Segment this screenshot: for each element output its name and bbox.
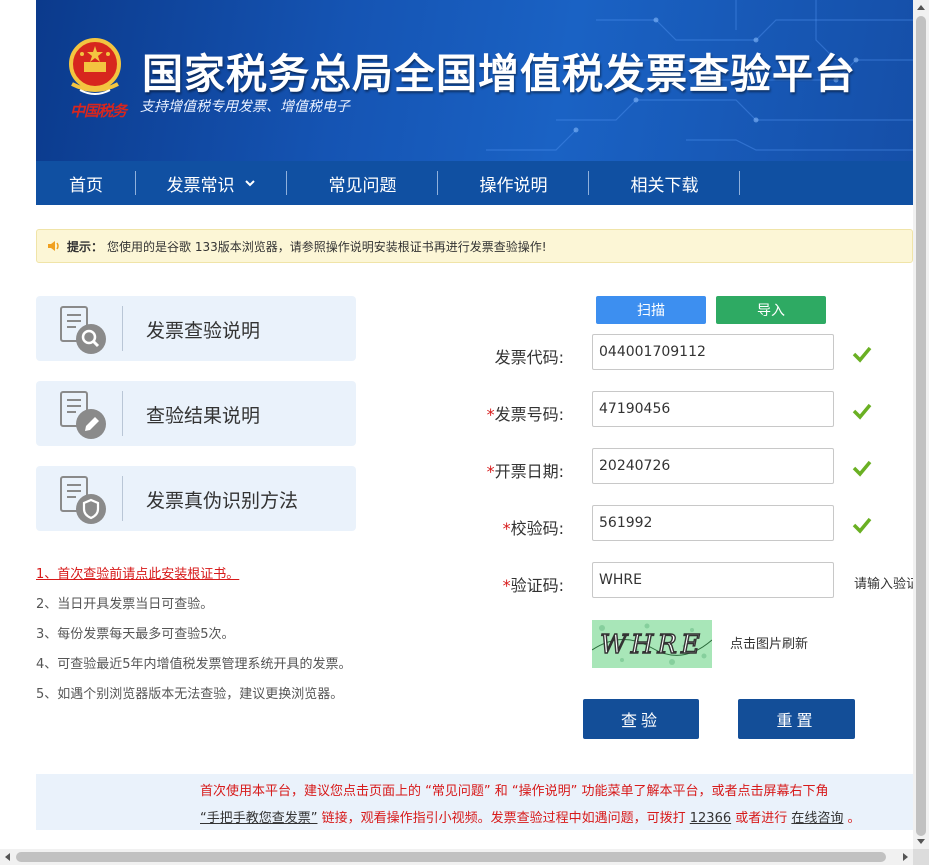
check-icon xyxy=(852,346,872,363)
nav-invoice-knowledge[interactable]: 发票常识 xyxy=(136,161,287,205)
captcha-text: WHRE xyxy=(600,630,704,660)
invoice-code-input[interactable] xyxy=(592,334,834,370)
nav-home-label: 首页 xyxy=(69,175,103,196)
document-shield-icon xyxy=(60,476,106,524)
site-subtitle: 支持增值税专用发票、增值税电子 xyxy=(140,99,350,115)
nav-invoice-knowledge-label: 发票常识 xyxy=(166,175,235,196)
horizontal-scrollbar[interactable] xyxy=(0,849,913,865)
note-install-cert[interactable]: 1、首次查验前请点此安装根证书。 xyxy=(36,563,239,582)
header-banner: 中国税务 国家税务总局全国增值税发票查验平台 支持增值税专用发票、增值税电子 xyxy=(36,0,913,161)
scan-button[interactable]: 扫描 xyxy=(596,296,706,324)
card-divider xyxy=(122,391,123,436)
list-item: 3、每份发票每天最多可查验5次。 xyxy=(36,627,235,642)
national-emblem-icon xyxy=(69,38,121,95)
nav-downloads[interactable]: 相关下载 xyxy=(589,161,740,205)
import-button[interactable]: 导入 xyxy=(716,296,826,324)
card-label: 查验结果说明 xyxy=(146,405,261,427)
emblem-caption: 中国税务 xyxy=(69,102,127,120)
online-consult-link[interactable]: 在线咨询 xyxy=(791,811,843,826)
note-text: 1、首次查验前请点此安装根证书。 xyxy=(36,567,240,582)
bottom-line-1: 首次使用本平台，建议您点击页面上的 “常见问题” 和 “操作说明” 功能菜单了解… xyxy=(200,784,829,799)
captcha-image[interactable]: WHRE xyxy=(592,620,712,668)
refresh-captcha-link[interactable]: 点击图片刷新 xyxy=(730,633,808,652)
invoice-code-label: 发票代码: xyxy=(494,348,564,367)
vertical-scroll-thumb[interactable] xyxy=(916,16,926,836)
card-label: 发票真伪识别方法 xyxy=(146,490,299,512)
page: 中国税务 国家税务总局全国增值税发票查验平台 支持增值税专用发票、增值税电子 首… xyxy=(0,0,929,865)
document-edit-icon xyxy=(60,391,106,439)
list-item: 4、可查验最近5年内增值税发票管理系统开具的发票。 xyxy=(36,657,352,672)
nav-home[interactable]: 首页 xyxy=(36,161,136,205)
check-icon xyxy=(852,517,872,534)
card-divider xyxy=(122,306,123,351)
captcha-input[interactable] xyxy=(592,562,834,598)
issue-date-label: *开票日期: xyxy=(486,462,564,481)
card-label: 发票查验说明 xyxy=(146,320,261,342)
chevron-down-icon xyxy=(244,180,255,187)
captcha-label: *验证码: xyxy=(502,576,564,595)
nav-instructions[interactable]: 操作说明 xyxy=(438,161,589,205)
check-icon xyxy=(852,460,872,477)
check-icon xyxy=(852,403,872,420)
vertical-scrollbar[interactable] xyxy=(913,0,929,849)
browser-tip: 提示： 您使用的是谷歌 133版本浏览器，请参照操作说明安装根证书再进行发票查验… xyxy=(36,229,913,263)
card-result-guide[interactable]: 查验结果说明 xyxy=(36,381,356,446)
horizontal-scroll-thumb[interactable] xyxy=(16,852,886,862)
invoice-number-input[interactable] xyxy=(592,391,834,427)
scroll-down-arrow-icon[interactable] xyxy=(913,833,929,849)
list-item: 2、当日开具发票当日可查验。 xyxy=(36,597,214,612)
card-divider xyxy=(122,476,123,521)
nav-instructions-label: 操作说明 xyxy=(479,175,548,196)
scrollbar-corner xyxy=(913,849,929,865)
nav-faq-label: 常见问题 xyxy=(328,175,397,196)
tutorial-link[interactable]: “手把手教您查发票” xyxy=(200,811,317,826)
bottom-line-2: “手把手教您查发票” 链接，观看操作指引小视频。发票查验过程中如遇问题，可拨打 … xyxy=(200,811,861,826)
card-verification-guide[interactable]: 发票查验说明 xyxy=(36,296,356,361)
hotline-number[interactable]: 12366 xyxy=(690,811,731,826)
scroll-right-arrow-icon[interactable] xyxy=(897,849,913,865)
bottom-notice: 首次使用本平台，建议您点击页面上的 “常见问题” 和 “操作说明” 功能菜单了解… xyxy=(36,774,913,830)
check-code-input[interactable] xyxy=(592,505,834,541)
captcha-hint: 请输入验证 xyxy=(854,577,920,592)
nav-faq[interactable]: 常见问题 xyxy=(287,161,438,205)
scroll-up-arrow-icon[interactable] xyxy=(913,0,929,16)
verify-button[interactable]: 查验 xyxy=(583,699,699,739)
invoice-number-label: *发票号码: xyxy=(486,405,564,424)
issue-date-input[interactable] xyxy=(592,448,834,484)
document-search-icon xyxy=(60,306,106,354)
reset-button[interactable]: 重置 xyxy=(738,699,855,739)
speaker-icon xyxy=(48,241,59,251)
tip-label: 提示： xyxy=(67,239,104,254)
tip-text: 您使用的是谷歌 133版本浏览器，请参照操作说明安装根证书再进行发票查验操作! xyxy=(107,239,547,254)
nav-downloads-label: 相关下载 xyxy=(630,175,699,196)
main-nav: 首页 发票常识 常见问题 操作说明 相关下载 xyxy=(36,161,913,205)
scroll-left-arrow-icon[interactable] xyxy=(0,849,16,865)
check-code-label: *校验码: xyxy=(502,519,564,538)
card-authenticity-methods[interactable]: 发票真伪识别方法 xyxy=(36,466,356,531)
site-title: 国家税务总局全国增值税发票查验平台 xyxy=(142,50,856,98)
list-item: 5、如遇个别浏览器版本无法查验，建议更换浏览器。 xyxy=(36,687,344,702)
